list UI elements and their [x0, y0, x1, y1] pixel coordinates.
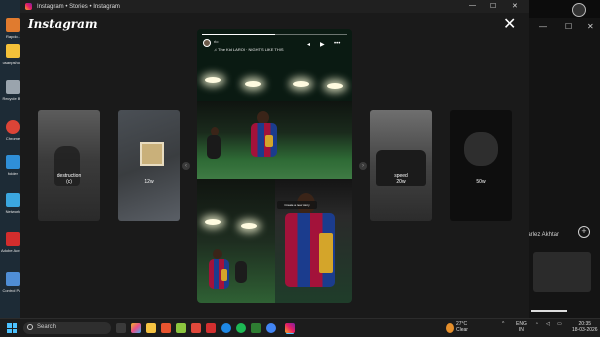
- story-1-caption-2: (c): [66, 179, 72, 185]
- window-close-button[interactable]: ✕: [512, 2, 518, 10]
- app-icon[interactable]: [251, 323, 261, 333]
- language-indicator[interactable]: ENG IN: [516, 321, 527, 333]
- story-music-label[interactable]: ♫ The Kid LAROI · NIGHTS LIKE THIS: [214, 47, 284, 52]
- minimize-button[interactable]: —: [469, 2, 476, 9]
- story-thumbnail-2[interactable]: 12w: [118, 110, 180, 221]
- background-window: — ☐ ✕ Darlez Akhtar +: [523, 18, 600, 318]
- story-username[interactable]: rlo: [214, 39, 218, 44]
- volume-icon[interactable]: ◁: [546, 321, 550, 327]
- story-photo-top: [197, 77, 352, 179]
- tray-overflow-icon[interactable]: ^: [502, 321, 504, 327]
- taskbar-search[interactable]: Search: [23, 322, 111, 334]
- chrome-icon[interactable]: [266, 323, 276, 333]
- next-story-button[interactable]: ›: [359, 162, 367, 170]
- bg-minimize-button[interactable]: —: [539, 22, 547, 31]
- brave-icon[interactable]: [161, 323, 171, 333]
- story-thumbnail-3[interactable]: speed 20w: [370, 110, 432, 221]
- maximize-button[interactable]: ☐: [490, 2, 496, 10]
- instagram-taskbar-icon[interactable]: [285, 323, 295, 333]
- stories-viewer: Instagram ✕ destruction (c) 12w ‹ rlo ♫ …: [20, 13, 529, 318]
- edge-icon[interactable]: [221, 323, 231, 333]
- instagram-window: Instagram • Stories • Instagram — ☐ ✕ In…: [20, 0, 529, 318]
- search-icon: [27, 324, 33, 330]
- background-avatar-icon[interactable]: [572, 3, 586, 17]
- story-4-image: [464, 132, 498, 166]
- clock[interactable]: 20:35 18-03-2026: [572, 321, 598, 333]
- wifi-icon[interactable]: ◔: [535, 321, 538, 327]
- media-panel: [533, 252, 591, 292]
- search-placeholder: Search: [37, 324, 57, 330]
- story-user-avatar[interactable]: [203, 39, 211, 47]
- add-icon[interactable]: +: [578, 226, 590, 238]
- story-4-caption: 50w: [476, 179, 486, 185]
- story-2-caption: 12w: [144, 179, 154, 185]
- bg-close-button[interactable]: ✕: [587, 22, 594, 31]
- media-progress-track[interactable]: [531, 310, 567, 312]
- weather-widget[interactable]: 27°C Clear: [456, 321, 468, 333]
- spotify-icon[interactable]: [236, 323, 246, 333]
- acrobat-icon[interactable]: [191, 323, 201, 333]
- store-icon[interactable]: [176, 323, 186, 333]
- story-thumbnail-4[interactable]: 50w: [450, 110, 512, 221]
- play-icon[interactable]: ▶: [320, 41, 325, 48]
- close-stories-button[interactable]: ✕: [503, 17, 516, 33]
- bg-maximize-button[interactable]: ☐: [565, 22, 572, 31]
- more-options-icon[interactable]: •••: [334, 41, 340, 47]
- window-title: Instagram • Stories • Instagram: [37, 3, 120, 10]
- file-explorer-icon[interactable]: [146, 323, 156, 333]
- start-button[interactable]: [7, 323, 17, 333]
- instagram-app-icon: [25, 3, 32, 10]
- mute-icon[interactable]: ◂: [307, 41, 310, 48]
- battery-icon[interactable]: ▭: [557, 321, 562, 327]
- office-icon[interactable]: [206, 323, 216, 333]
- background-window-titlebar: — ☐ ✕: [529, 18, 600, 36]
- active-story[interactable]: rlo ♫ The Kid LAROI · NIGHTS LIKE THIS ◂…: [197, 29, 352, 303]
- story-photo-bottom-left: [197, 179, 275, 303]
- story-3-caption-2: 20w: [396, 179, 406, 185]
- story-photo-bottom-right: [275, 179, 352, 303]
- previous-story-button[interactable]: ‹: [182, 162, 190, 170]
- weather-icon[interactable]: [446, 323, 454, 333]
- copilot-icon[interactable]: [131, 323, 141, 333]
- story-2-image: [140, 142, 164, 166]
- story-progress-bar: [202, 34, 347, 35]
- window-titlebar: Instagram • Stories • Instagram — ☐ ✕: [20, 0, 529, 13]
- taskbar: Search 27°C Clear ^ ENG IN ◔ ◁ ▭ 20:35 1…: [0, 318, 600, 337]
- task-view-icon[interactable]: [116, 323, 126, 333]
- instagram-logo[interactable]: Instagram: [28, 17, 98, 31]
- story-sticker[interactable]: Create a new story: [277, 201, 317, 209]
- story-thumbnail-1[interactable]: destruction (c): [38, 110, 100, 221]
